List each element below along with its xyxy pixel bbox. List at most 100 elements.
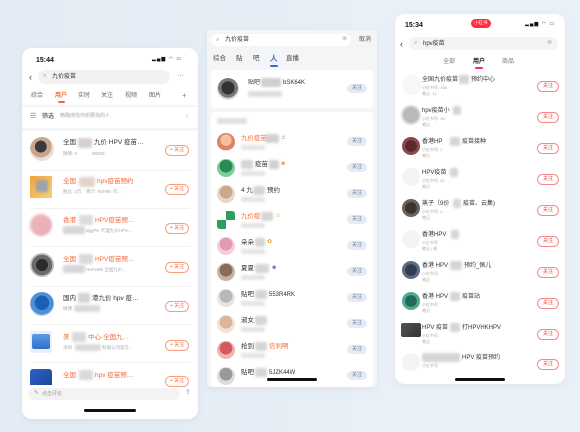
share-icon[interactable]: ⇪ bbox=[185, 389, 191, 396]
mosaic bbox=[79, 215, 93, 225]
follow-button[interactable]: 关注 bbox=[347, 345, 367, 354]
follow-button[interactable]: 关注 bbox=[537, 205, 559, 216]
user-meta: 粉丝: 4万 bbox=[63, 189, 82, 194]
mosaic bbox=[253, 186, 265, 195]
search-input[interactable]: 九价疫苗 bbox=[52, 74, 76, 80]
follow-button[interactable]: 关注 bbox=[347, 137, 367, 146]
mosaic bbox=[269, 160, 279, 169]
user-name-rest: 打HPVHKHPV bbox=[462, 325, 502, 331]
search-bar[interactable]: ⌕ 九价疫苗 ⊗ bbox=[211, 34, 351, 46]
follow-button[interactable]: + 关注 bbox=[165, 301, 189, 312]
search-icon: ⌕ bbox=[43, 73, 47, 79]
add-tab-icon[interactable]: + bbox=[182, 92, 187, 100]
top-user-card[interactable]: 贴吧 bSK64K 关注 bbox=[211, 70, 373, 108]
tab-users[interactable]: 用户 bbox=[473, 59, 485, 65]
tab-video[interactable]: 视频 bbox=[125, 93, 137, 99]
mosaic bbox=[241, 275, 265, 280]
search-bar[interactable]: ⌕ 九价疫苗 bbox=[38, 70, 170, 84]
mosaic bbox=[248, 91, 282, 97]
follow-button[interactable]: 关注 bbox=[537, 329, 559, 340]
follow-button[interactable]: 关注 bbox=[537, 112, 559, 123]
follow-button[interactable]: 关注 bbox=[347, 84, 367, 93]
mosaic bbox=[261, 78, 281, 87]
follow-button[interactable]: 关注 bbox=[537, 359, 559, 370]
filter-icon[interactable]: ☰ bbox=[30, 113, 36, 120]
cancel-button[interactable]: 取消 bbox=[359, 37, 371, 43]
filter-label[interactable]: 筛选 bbox=[42, 114, 54, 120]
avatar bbox=[30, 137, 54, 161]
follow-button[interactable]: + 关注 bbox=[165, 223, 189, 234]
tab-comprehensive[interactable]: 综合 bbox=[31, 93, 43, 99]
user-name-rest: 553R4RK bbox=[269, 292, 296, 298]
tab-goods[interactable]: 商品 bbox=[502, 59, 514, 65]
follow-button[interactable]: 关注 bbox=[537, 267, 559, 278]
follow-button[interactable]: 关注 bbox=[347, 293, 367, 302]
mosaic bbox=[72, 332, 86, 342]
mosaic bbox=[450, 292, 460, 301]
follow-button[interactable]: 关注 bbox=[347, 163, 367, 172]
avatar bbox=[217, 315, 235, 333]
user-name-rest: hpv疫苗预约 bbox=[97, 178, 134, 185]
follow-button[interactable]: + 关注 bbox=[165, 145, 189, 156]
tab-live[interactable]: 直播 bbox=[286, 55, 299, 63]
follow-button[interactable]: 关注 bbox=[537, 81, 559, 92]
user-meta: 小红书号: 96 bbox=[422, 116, 445, 121]
user-name: 贴吧 bbox=[241, 291, 254, 298]
search-input[interactable]: 九价疫苗 bbox=[225, 37, 249, 43]
mosaic bbox=[450, 261, 462, 270]
mosaic bbox=[241, 249, 265, 254]
mosaic bbox=[79, 370, 93, 380]
more-icon[interactable]: ··· bbox=[177, 72, 184, 79]
tab-realtime[interactable]: 实时 bbox=[78, 93, 90, 99]
user-name: 香港 HPV bbox=[422, 294, 449, 300]
user-name: 淑女 bbox=[241, 317, 254, 324]
mosaic bbox=[74, 305, 100, 312]
mosaic bbox=[241, 145, 265, 150]
user-meta-2: 简介: Nch99. 作… bbox=[86, 189, 123, 194]
tab-people[interactable]: 人 bbox=[270, 55, 278, 63]
user-name-rest: hpv 疫苗预… bbox=[95, 372, 134, 379]
clear-icon[interactable]: ⊗ bbox=[342, 36, 347, 42]
follow-button[interactable]: 关注 bbox=[347, 267, 367, 276]
mosaic bbox=[255, 342, 267, 351]
clear-icon[interactable]: ⊗ bbox=[547, 40, 552, 46]
follow-button[interactable]: 关注 bbox=[347, 189, 367, 198]
search-input[interactable]: hpv疫苗 bbox=[423, 41, 445, 47]
follow-button[interactable]: 关注 bbox=[347, 319, 367, 328]
mosaic bbox=[241, 197, 265, 202]
tab-all[interactable]: 全部 bbox=[443, 59, 455, 65]
tab-images[interactable]: 图片 bbox=[149, 93, 161, 99]
tab-posts[interactable]: 贴 bbox=[236, 55, 243, 63]
mosaic bbox=[450, 323, 460, 332]
follow-button[interactable]: 关注 bbox=[537, 143, 559, 154]
follow-button[interactable]: 关注 bbox=[347, 215, 367, 224]
mosaic bbox=[75, 344, 101, 351]
comment-input[interactable]: ✎ 点击评论 bbox=[28, 388, 180, 400]
tab-comprehensive[interactable]: 综合 bbox=[213, 55, 226, 63]
tab-users[interactable]: 用户 bbox=[55, 93, 67, 99]
follow-button[interactable]: 关注 bbox=[537, 236, 559, 247]
follow-button[interactable]: 关注 bbox=[347, 241, 367, 250]
tab-bars[interactable]: 吧 bbox=[253, 55, 260, 63]
follow-button[interactable]: 关注 bbox=[537, 298, 559, 309]
follow-button[interactable]: + 关注 bbox=[165, 262, 189, 273]
follow-button[interactable]: + 关注 bbox=[165, 184, 189, 195]
back-icon[interactable]: ‹ bbox=[29, 73, 32, 82]
search-bar[interactable]: ⌕ hpv疫苗 ⊗ bbox=[409, 37, 558, 50]
divider bbox=[30, 170, 190, 171]
user-meta: 小红书号 bbox=[422, 363, 438, 368]
user-meta-2: 有限公司官方… bbox=[102, 345, 134, 350]
follow-button[interactable]: 关注 bbox=[347, 371, 367, 380]
user-name: 夏夏 bbox=[241, 265, 254, 272]
tab-follow[interactable]: 关注 bbox=[101, 93, 113, 99]
follow-button[interactable]: + 关注 bbox=[165, 376, 189, 387]
back-icon[interactable]: ‹ bbox=[400, 40, 403, 49]
follow-button[interactable]: + 关注 bbox=[165, 340, 189, 351]
status-icons: ▂▄▆ ◠ ▭ bbox=[525, 21, 556, 27]
user-meta-2: 笔记 bbox=[422, 339, 430, 344]
follow-button[interactable]: 关注 bbox=[537, 174, 559, 185]
app-badge-label: 小红书 bbox=[474, 20, 488, 25]
user-name: 贴吧 bbox=[248, 80, 261, 86]
mosaic bbox=[255, 290, 267, 299]
user-meta: 小红书号 bbox=[422, 302, 438, 307]
